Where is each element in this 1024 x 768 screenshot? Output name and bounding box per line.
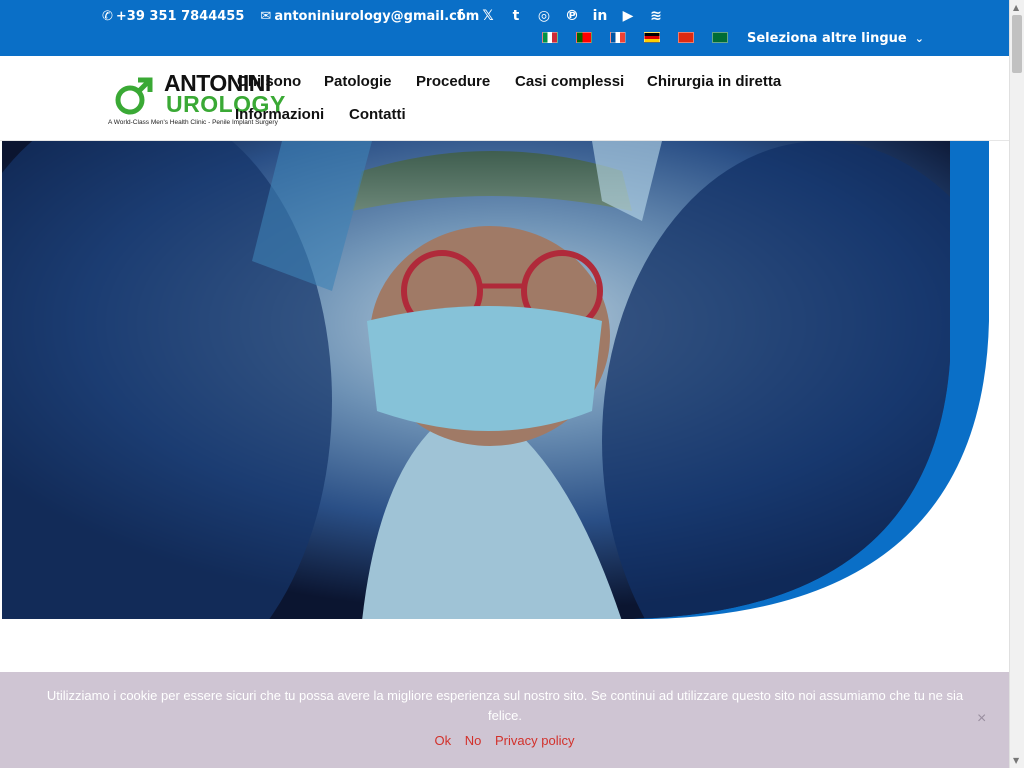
portuguese-flag-icon[interactable]	[576, 32, 592, 43]
german-flag-icon[interactable]	[644, 32, 660, 43]
facebook-icon[interactable]: f	[446, 7, 474, 25]
linkedin-icon[interactable]: in	[586, 7, 614, 25]
phone-icon: ✆	[102, 9, 113, 24]
cookie-actions: Ok No Privacy policy	[0, 733, 1009, 748]
scrollbar-thumb[interactable]	[1012, 15, 1022, 73]
nav-item-procedure[interactable]: Procedure	[416, 73, 490, 90]
cookie-no-button[interactable]: No	[465, 733, 482, 748]
language-selector[interactable]: Seleziona altre lingue ⌄	[747, 31, 924, 46]
nav-item-chirurgia-in-diretta[interactable]: Chirurgia in diretta	[647, 73, 781, 90]
chinese-flag-icon[interactable]	[678, 32, 694, 43]
nav-item-chi-sono[interactable]: Chi sono	[237, 73, 301, 90]
italian-flag-icon[interactable]	[542, 32, 558, 43]
french-flag-icon[interactable]	[610, 32, 626, 43]
rss-icon[interactable]: ≋	[642, 7, 670, 25]
scrollbar[interactable]: ▲ ▼	[1009, 0, 1024, 768]
phone-link[interactable]: ✆ +39 351 7844455	[102, 9, 244, 24]
nav-item-informazioni[interactable]: Informazioni	[235, 106, 324, 123]
hero-surgeon-image	[2, 141, 989, 619]
youtube-icon[interactable]: ▶	[614, 7, 642, 25]
phone-number: +39 351 7844455	[115, 9, 245, 24]
nav-item-casi-complessi[interactable]: Casi complessi	[515, 73, 624, 90]
scroll-up-icon[interactable]: ▲	[1013, 3, 1019, 12]
site-header: ANTONINI UROLOGY A World-Class Men's Hea…	[0, 56, 1009, 141]
close-icon[interactable]: ×	[977, 710, 986, 728]
language-flags	[542, 32, 746, 43]
nav-item-patologie[interactable]: Patologie	[324, 73, 392, 90]
top-bar: ✆ +39 351 7844455 ✉ antoniniurology@gmai…	[0, 0, 1009, 56]
social-links: f 𝕏 t ◎ ℗ in ▶ ≋	[446, 7, 670, 25]
pinterest-icon[interactable]: ℗	[558, 7, 586, 25]
chevron-down-icon: ⌄	[914, 32, 924, 45]
cookie-message: Utilizziamo i cookie per essere sicuri c…	[46, 688, 964, 723]
contact-info: ✆ +39 351 7844455 ✉ antoniniurology@gmai…	[102, 9, 495, 24]
cookie-ok-button[interactable]: Ok	[435, 733, 452, 748]
instagram-icon[interactable]: ◎	[530, 7, 558, 25]
x-twitter-icon[interactable]: 𝕏	[474, 7, 502, 25]
envelope-icon: ✉	[260, 9, 272, 24]
nav-item-contatti[interactable]: Contatti	[349, 106, 406, 123]
saudi-flag-icon[interactable]	[712, 32, 728, 43]
cookie-banner: Utilizziamo i cookie per essere sicuri c…	[0, 672, 1009, 768]
privacy-policy-link[interactable]: Privacy policy	[495, 733, 574, 748]
tumblr-icon[interactable]: t	[502, 7, 530, 25]
male-symbol-icon	[115, 77, 153, 115]
language-selector-label: Seleziona altre lingue	[747, 31, 907, 46]
page: ✆ +39 351 7844455 ✉ antoniniurology@gmai…	[0, 0, 1024, 768]
scroll-down-icon[interactable]: ▼	[1013, 756, 1019, 765]
